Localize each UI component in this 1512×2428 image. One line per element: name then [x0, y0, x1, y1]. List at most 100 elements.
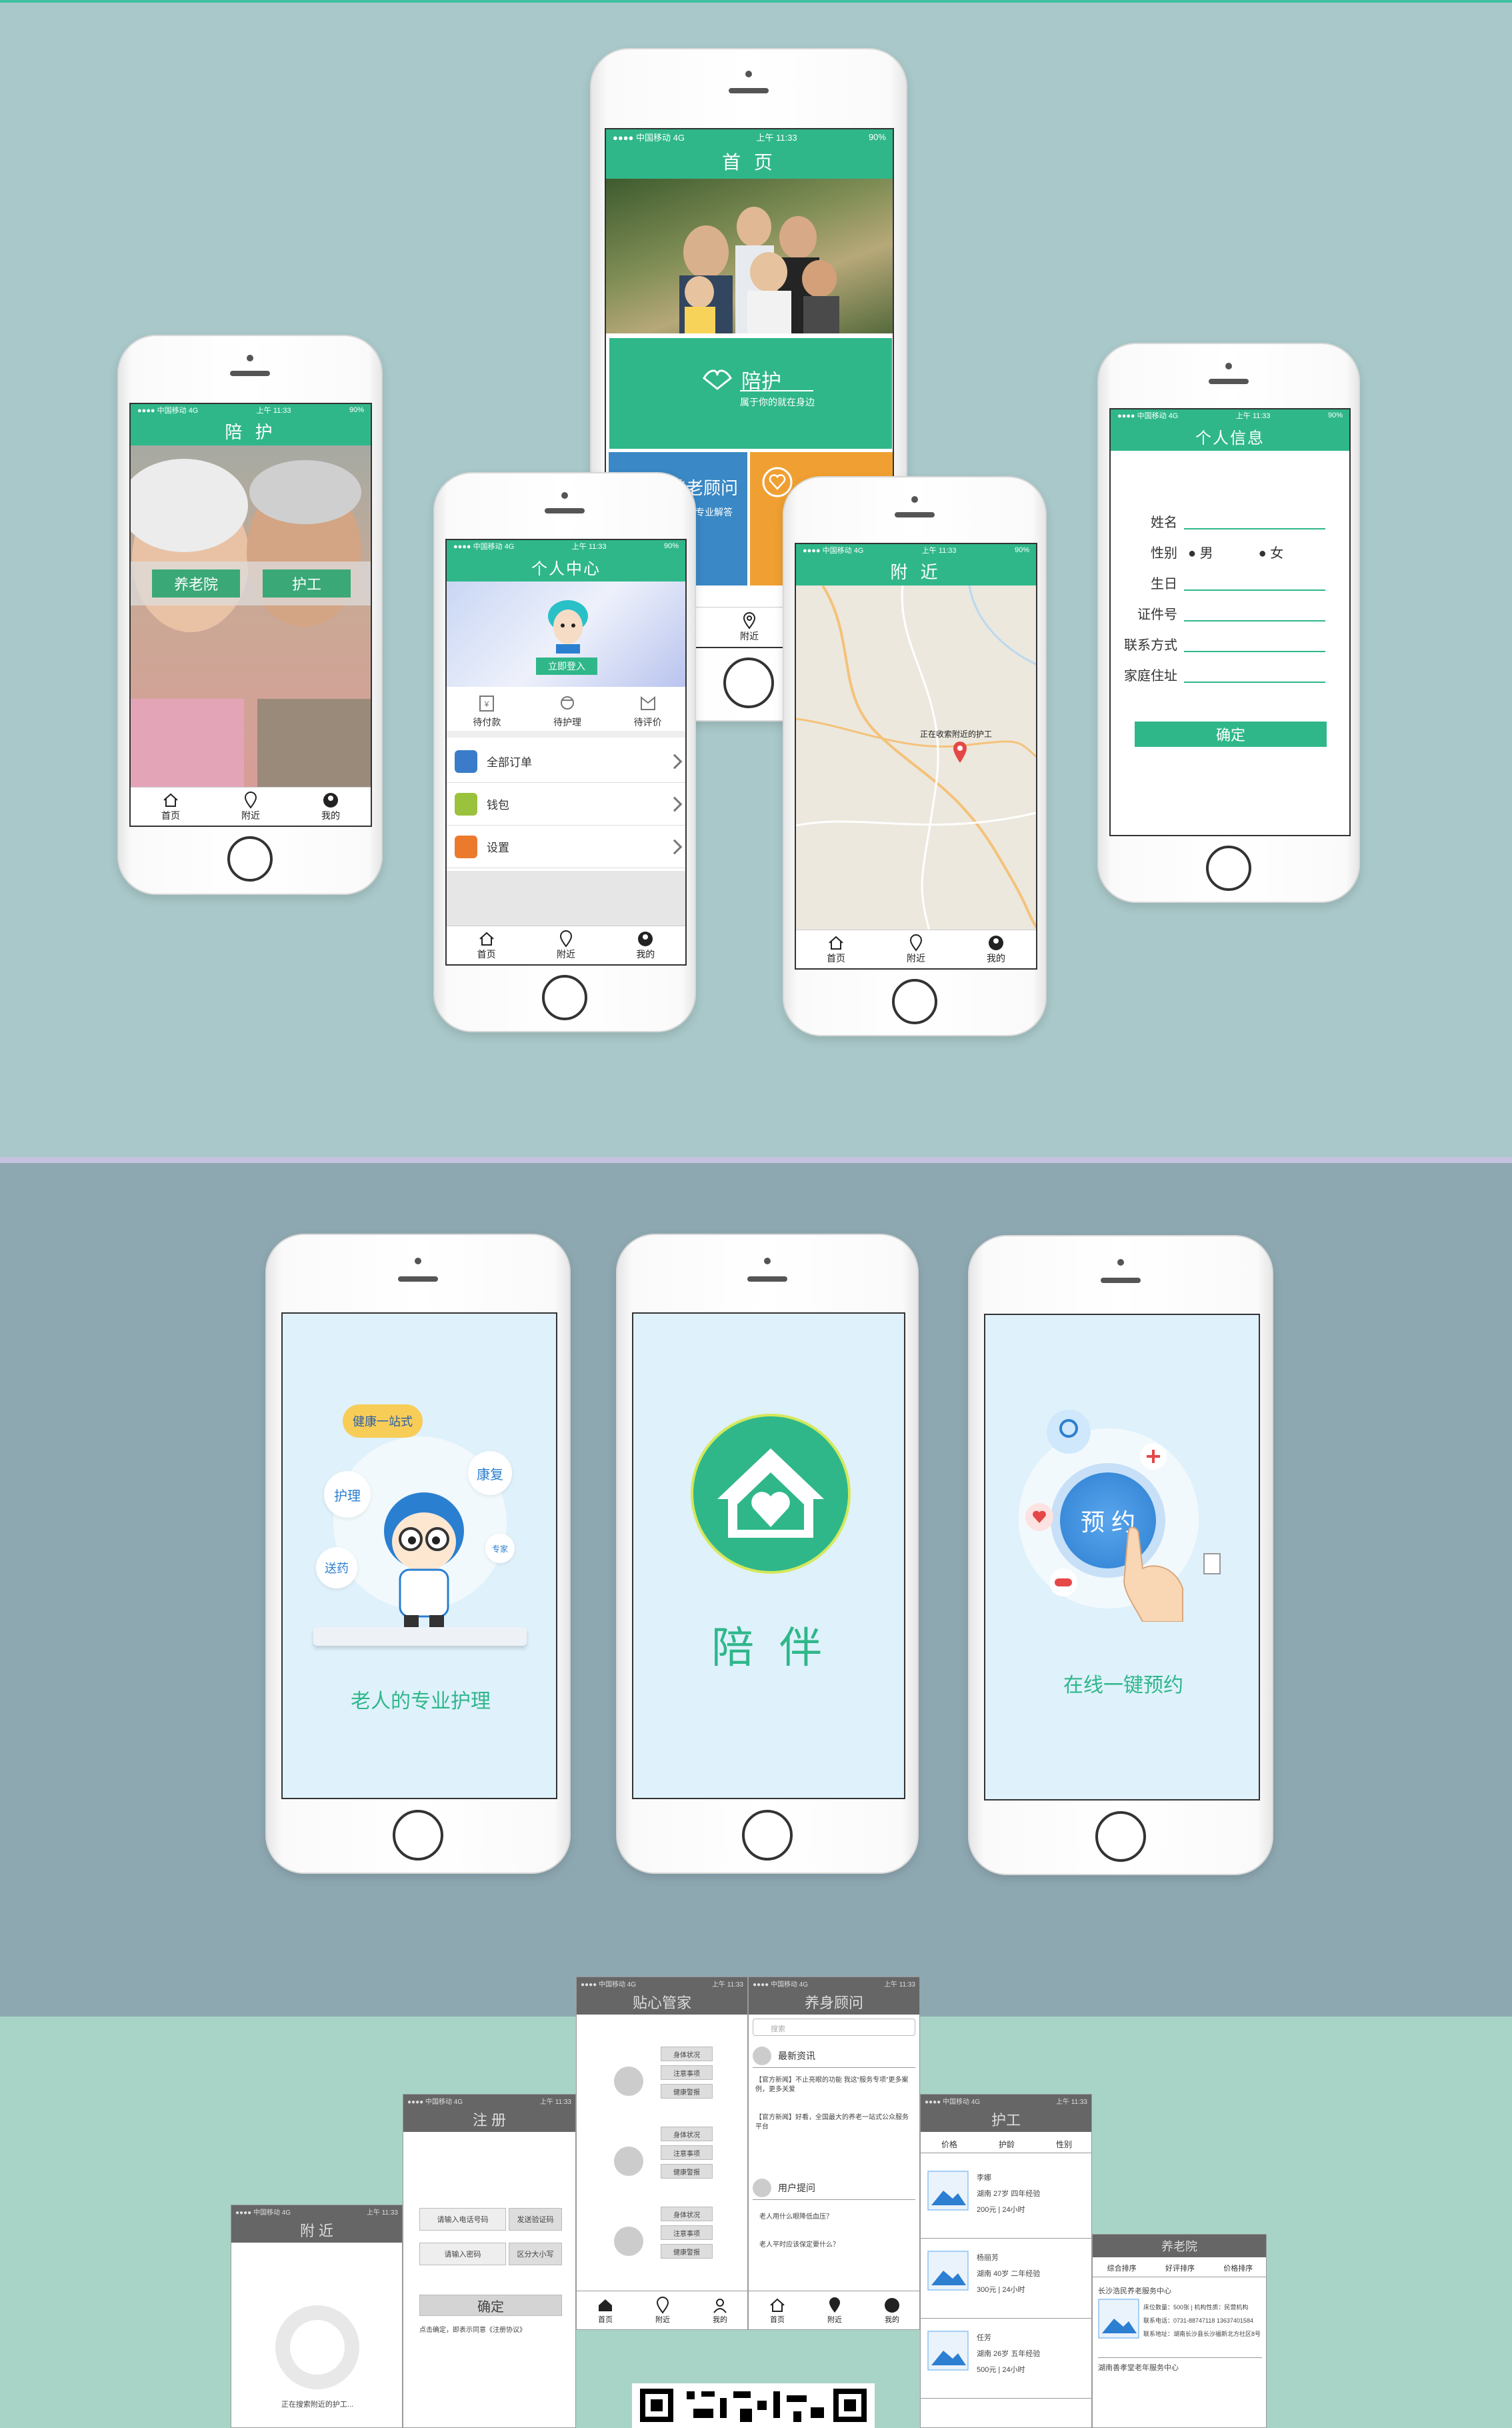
- home-name[interactable]: 长沙浩民养老服务中心: [1098, 2285, 1171, 2296]
- caregiver-row[interactable]: 李娜 湖南 27岁 四年经验 200元 | 24小时: [921, 2159, 1091, 2239]
- tab-home[interactable]: 首页: [447, 926, 526, 964]
- search-field[interactable]: 搜索: [753, 2019, 915, 2036]
- menu-list: 全部订单 钱包 设置: [447, 740, 685, 868]
- wallet-icon: [455, 792, 477, 816]
- pending-care[interactable]: 待护理: [527, 690, 608, 731]
- menu-settings[interactable]: 设置: [447, 826, 685, 868]
- tab-mine[interactable]: 我的: [606, 926, 685, 964]
- filter-gender[interactable]: 性别: [1035, 2133, 1091, 2153]
- section-questions[interactable]: 用户提问: [753, 2176, 915, 2200]
- agreement-text: 点击确定，即表示同意《注册协议》: [419, 2327, 526, 2334]
- doctor-mascot: [384, 1492, 464, 1635]
- caregiver-row[interactable]: 杨丽芳 湖南 40岁 二年经验 300元 | 24小时: [921, 2239, 1091, 2319]
- news-item[interactable]: 【官方新闻】好看，全国最大的养老一站式公众服务平台: [755, 2113, 913, 2132]
- home-name[interactable]: 湖南善孝堂老年服务中心: [1098, 2357, 1262, 2373]
- status-bar: ●●●● 中国移动 4G 上午 11:33 90%: [796, 544, 1036, 556]
- wf-title: 护工: [921, 2107, 1091, 2132]
- field-name[interactable]: 姓名: [1111, 505, 1349, 536]
- family-photo: [606, 179, 893, 333]
- tab-home[interactable]: 首页: [577, 2291, 634, 2329]
- elderly-couple-photo: 养老院 护工: [131, 445, 371, 788]
- map-pin-icon[interactable]: [952, 740, 968, 763]
- butler-option-button[interactable]: 注意事项: [661, 2065, 713, 2080]
- butler-option-button[interactable]: 注意事项: [661, 2225, 713, 2240]
- field-gender[interactable]: 性别 ● 男 ● 女: [1111, 536, 1349, 567]
- heart-rate-icon: [1025, 1503, 1053, 1531]
- loading-text: 正在搜索附近的护工...: [281, 2401, 354, 2409]
- home-icon: [829, 936, 843, 950]
- tab-home[interactable]: 首页: [749, 2291, 806, 2329]
- menu-wallet[interactable]: 钱包: [447, 783, 685, 826]
- field-contact[interactable]: 联系方式: [1111, 628, 1349, 659]
- filter-price[interactable]: 价格: [921, 2133, 978, 2153]
- butler-option-button[interactable]: 健康警报: [661, 2164, 713, 2179]
- password-input[interactable]: 请输入密码: [419, 2243, 506, 2265]
- companion-card[interactable]: 陪护 属于你的就在身边: [609, 337, 893, 449]
- nursing-home-button[interactable]: 养老院: [152, 569, 240, 597]
- phone-splash-care: 健康一站式 康复 护理 送药 专家 老人的专业护理: [265, 1234, 571, 1874]
- pending-payment[interactable]: ¥ 待付款: [447, 690, 527, 731]
- tab-mine[interactable]: 我的: [291, 788, 371, 826]
- user-icon: [323, 792, 338, 808]
- order-status-row: ¥ 待付款 待护理 待评价: [447, 690, 685, 738]
- field-address[interactable]: 家庭住址: [1111, 659, 1349, 690]
- filter-bar: 综合排序 好评排序 价格排序: [1093, 2257, 1266, 2277]
- user-icon: [885, 2297, 899, 2313]
- menu-all-orders[interactable]: 全部订单: [447, 740, 685, 783]
- sort-price[interactable]: 价格排序: [1209, 2257, 1266, 2277]
- question-item[interactable]: 老人平时应该保定要什么？: [759, 2239, 839, 2249]
- sort-rating[interactable]: 好评排序: [1151, 2257, 1209, 2277]
- tab-nearby[interactable]: 附近: [806, 2291, 863, 2329]
- field-id-number[interactable]: 证件号: [1111, 597, 1349, 628]
- field-birthday[interactable]: 生日: [1111, 567, 1349, 597]
- pending-review[interactable]: 待评价: [607, 690, 685, 731]
- tab-nearby[interactable]: 附近: [526, 926, 605, 964]
- image-placeholder-icon: [927, 2331, 969, 2371]
- page-title: 附 近: [796, 556, 1036, 585]
- register-confirm-button[interactable]: 确定: [419, 2295, 562, 2316]
- male-radio[interactable]: ● 男: [1188, 542, 1213, 561]
- caregiver-row[interactable]: 任芳 湖南 26岁 五年经验 500元 | 24小时: [921, 2319, 1091, 2399]
- butler-option-button[interactable]: 健康警报: [661, 2084, 713, 2099]
- phone-nearby: ●●●● 中国移动 4G 上午 11:33 90% 附 近 正在收索附近的护工 首页…: [783, 476, 1047, 1036]
- band-separator: [0, 1157, 1512, 1163]
- tab-mine[interactable]: 我的: [863, 2291, 919, 2329]
- caregiver-button[interactable]: 护工: [263, 569, 351, 597]
- section-news[interactable]: 最新资讯: [753, 2044, 915, 2068]
- female-radio[interactable]: ● 女: [1259, 542, 1284, 561]
- wireframe-advisor: ●●●● 中国移动 4G 上午 11:33 养身顾问 搜索 最新资讯 【官方新闻】…: [748, 1977, 920, 2330]
- personal-center-screen: ●●●● 中国移动 4G 上午 11:33 90% 个人中心 立即登入 ¥ 待付款 待…: [445, 539, 687, 966]
- login-button[interactable]: 立即登入: [536, 658, 597, 675]
- butler-option-button[interactable]: 身体状况: [661, 2047, 713, 2061]
- tab-home[interactable]: 首页: [131, 788, 211, 826]
- butler-option-button[interactable]: 身体状况: [661, 2127, 713, 2141]
- wireframe-nearby: ●●●● 中国移动 4G 上午 11:33 附 近 正在搜索附近的护工...: [231, 2205, 403, 2428]
- tab-mine[interactable]: 我的: [956, 930, 1036, 968]
- brand-name: 陪 伴: [711, 1624, 829, 1672]
- butler-option-button[interactable]: 健康警报: [661, 2244, 713, 2259]
- confirm-button[interactable]: 确定: [1135, 722, 1327, 747]
- wf-title: 养老院: [1093, 2235, 1266, 2257]
- caregiver-name: 杨丽芳: [977, 2254, 999, 2262]
- tab-mine[interactable]: 我的: [691, 2291, 747, 2329]
- tab-nearby[interactable]: 附近: [876, 930, 956, 968]
- filter-experience[interactable]: 护龄: [978, 2133, 1035, 2153]
- butler-option-button[interactable]: 身体状况: [661, 2207, 713, 2221]
- home-icon: [479, 932, 494, 946]
- send-code-button[interactable]: 发送验证码: [509, 2208, 562, 2231]
- tab-nearby[interactable]: 附近: [211, 788, 291, 826]
- tab-nearby[interactable]: 附近: [634, 2291, 691, 2329]
- svg-text:¥: ¥: [484, 700, 489, 709]
- qr-code: [632, 2383, 875, 2428]
- news-item[interactable]: 【官方新闻】不止亮眼的功能 我这“服务专项”更多案例，更多关爱: [755, 2076, 913, 2095]
- caregiver-name: 任芳: [977, 2334, 991, 2342]
- sort-overall[interactable]: 综合排序: [1093, 2257, 1151, 2277]
- care-screen: ●●●● 中国移动 4G 上午 11:33 90% 陪 护 养老院 护工 首页 附近…: [129, 403, 372, 827]
- phone-input[interactable]: 请输入电话号码: [419, 2208, 506, 2231]
- question-item[interactable]: 老人用什么眼降低血压？: [759, 2211, 833, 2221]
- filter-bar: 价格 护龄 性别: [921, 2133, 1091, 2153]
- butler-option-button[interactable]: 注意事项: [661, 2145, 713, 2160]
- home-info: 床位数量：500张 | 机构性质：民营机构: [1143, 2304, 1249, 2311]
- map-view[interactable]: 正在收索附近的护工: [796, 584, 1036, 932]
- tab-home[interactable]: 首页: [796, 930, 876, 968]
